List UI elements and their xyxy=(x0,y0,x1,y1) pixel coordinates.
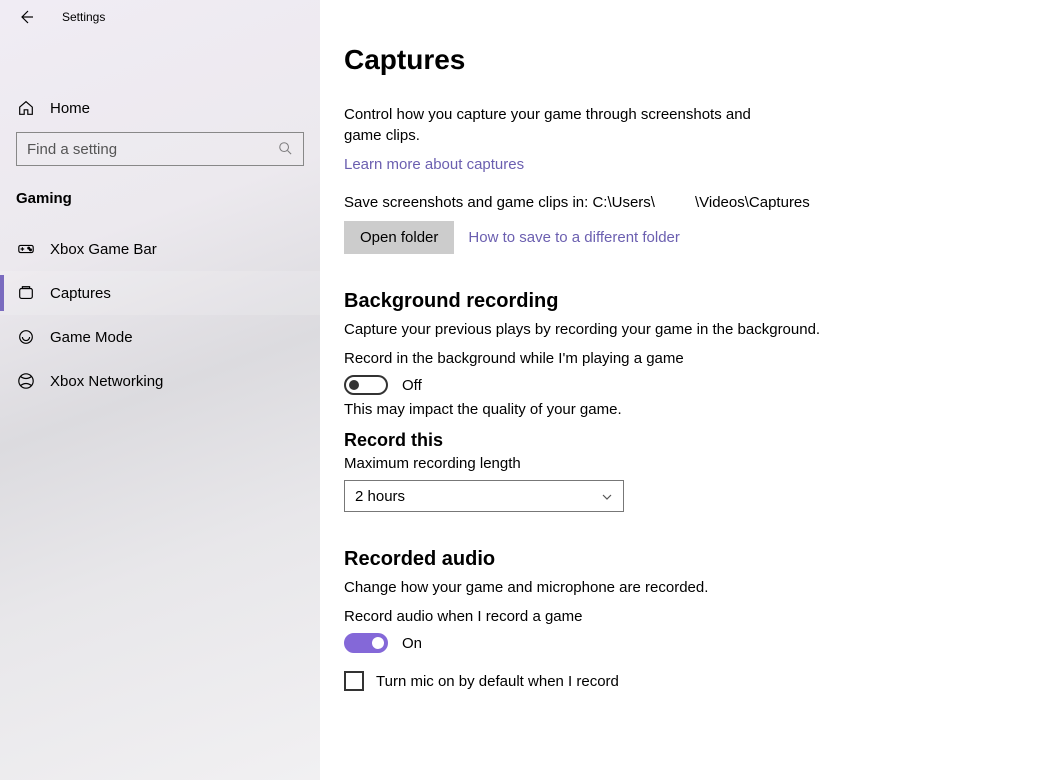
sidebar-item-xbox-networking[interactable]: Xbox Networking xyxy=(0,359,320,403)
bg-recording-desc: Capture your previous plays by recording… xyxy=(344,319,864,340)
save-path-prefix: Save screenshots and game clips in: C:\U… xyxy=(344,194,655,211)
save-path: Save screenshots and game clips in: C:\U… xyxy=(344,194,864,211)
sidebar-home[interactable]: Home xyxy=(0,84,320,132)
learn-more-link[interactable]: Learn more about captures xyxy=(344,156,524,173)
how-to-save-link[interactable]: How to save to a different folder xyxy=(468,229,680,246)
main-content: Captures Control how you capture your ga… xyxy=(320,0,1064,780)
sidebar-home-label: Home xyxy=(50,100,90,117)
recorded-audio-desc: Change how your game and microphone are … xyxy=(344,577,864,598)
sidebar-item-game-mode[interactable]: Game Mode xyxy=(0,315,320,359)
bg-recording-heading: Background recording xyxy=(344,290,864,313)
sidebar-item-captures[interactable]: Captures xyxy=(0,271,320,315)
bg-recording-toggle-label: Record in the background while I'm playi… xyxy=(344,350,864,367)
mic-default-checkbox[interactable] xyxy=(344,671,364,691)
bg-recording-note: This may impact the quality of your game… xyxy=(344,401,864,418)
sidebar: Settings Home Gaming xyxy=(0,0,320,780)
home-icon xyxy=(16,98,36,118)
sidebar-section-label: Gaming xyxy=(0,176,320,213)
game-bar-icon xyxy=(16,239,36,259)
intro-text: Control how you capture your game throug… xyxy=(344,104,764,146)
sidebar-item-label: Xbox Networking xyxy=(50,373,163,390)
record-this-heading: Record this xyxy=(344,430,864,451)
chevron-down-icon xyxy=(601,490,613,502)
page-title: Captures xyxy=(344,44,1040,76)
search-input-container[interactable] xyxy=(16,132,304,166)
mic-default-label: Turn mic on by default when I record xyxy=(376,673,619,690)
sidebar-item-xbox-game-bar[interactable]: Xbox Game Bar xyxy=(0,227,320,271)
bg-recording-toggle-state: Off xyxy=(402,377,422,394)
save-path-suffix: \Videos\Captures xyxy=(695,194,810,211)
back-icon[interactable] xyxy=(16,7,36,27)
sidebar-item-label: Xbox Game Bar xyxy=(50,241,157,258)
open-folder-button[interactable]: Open folder xyxy=(344,221,454,254)
max-recording-label: Maximum recording length xyxy=(344,455,864,472)
max-recording-value: 2 hours xyxy=(355,488,405,505)
sidebar-nav: Xbox Game Bar Captures Game Mode xyxy=(0,227,320,403)
app-title: Settings xyxy=(62,10,105,24)
sidebar-header: Settings xyxy=(0,0,320,34)
sidebar-item-label: Game Mode xyxy=(50,329,133,346)
search-input[interactable] xyxy=(27,141,278,158)
recorded-audio-heading: Recorded audio xyxy=(344,548,864,571)
xbox-networking-icon xyxy=(16,371,36,391)
max-recording-select[interactable]: 2 hours xyxy=(344,480,624,512)
record-audio-toggle[interactable] xyxy=(344,633,388,653)
captures-icon xyxy=(16,283,36,303)
record-audio-toggle-label: Record audio when I record a game xyxy=(344,608,864,625)
game-mode-icon xyxy=(16,327,36,347)
record-audio-toggle-state: On xyxy=(402,635,422,652)
search-icon xyxy=(278,141,293,157)
sidebar-item-label: Captures xyxy=(50,285,111,302)
bg-recording-toggle[interactable] xyxy=(344,375,388,395)
